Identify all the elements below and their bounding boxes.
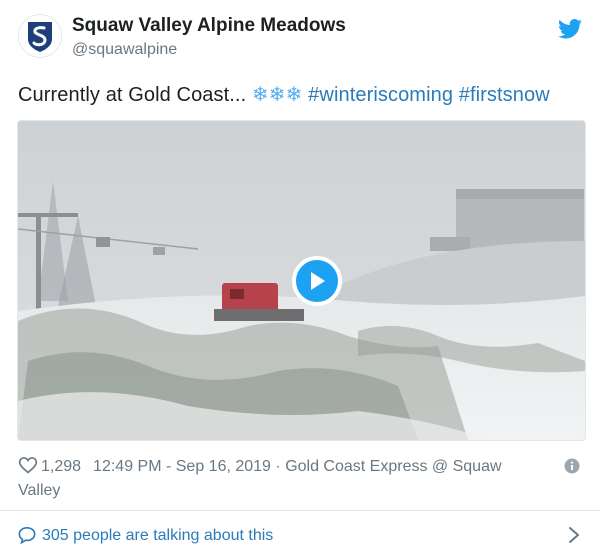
tweet-body: Currently at Gold Coast... <box>18 84 247 106</box>
tweet-meta: 1,298 12:49 PM - Sep 16, 2019 · Gold Coas… <box>18 455 538 503</box>
meta-separator: · <box>275 458 281 475</box>
heart-icon[interactable] <box>18 455 38 475</box>
tweet-text: Currently at Gold Coast... ❄❄❄ #winteris… <box>18 82 550 107</box>
timestamp[interactable]: 12:49 PM - Sep 16, 2019 <box>93 458 271 475</box>
hashtag-winteriscoming[interactable]: #winteriscoming <box>308 84 453 106</box>
conversation-count-label: 305 people are talking about this <box>42 527 274 544</box>
play-icon <box>311 272 325 290</box>
info-icon[interactable] <box>564 458 580 474</box>
twitter-bird-icon[interactable] <box>558 18 582 40</box>
speech-bubble-icon <box>18 526 36 544</box>
like-count[interactable]: 1,298 <box>41 458 81 475</box>
divider <box>0 510 600 511</box>
squaw-logo-icon <box>28 22 52 52</box>
snowflake-emoji: ❄❄❄ <box>251 84 303 106</box>
play-button[interactable] <box>292 256 342 306</box>
video-player[interactable] <box>17 120 586 441</box>
hashtag-firstsnow[interactable]: #firstsnow <box>459 84 550 106</box>
chevron-right-icon[interactable] <box>568 526 580 544</box>
author-handle[interactable]: @squawalpine <box>72 41 177 59</box>
conversation-link[interactable]: 305 people are talking about this <box>18 526 273 545</box>
avatar[interactable] <box>18 14 62 58</box>
author-name[interactable]: Squaw Valley Alpine Meadows <box>72 15 346 37</box>
tweet-card: Squaw Valley Alpine Meadows @squawalpine… <box>0 0 600 549</box>
